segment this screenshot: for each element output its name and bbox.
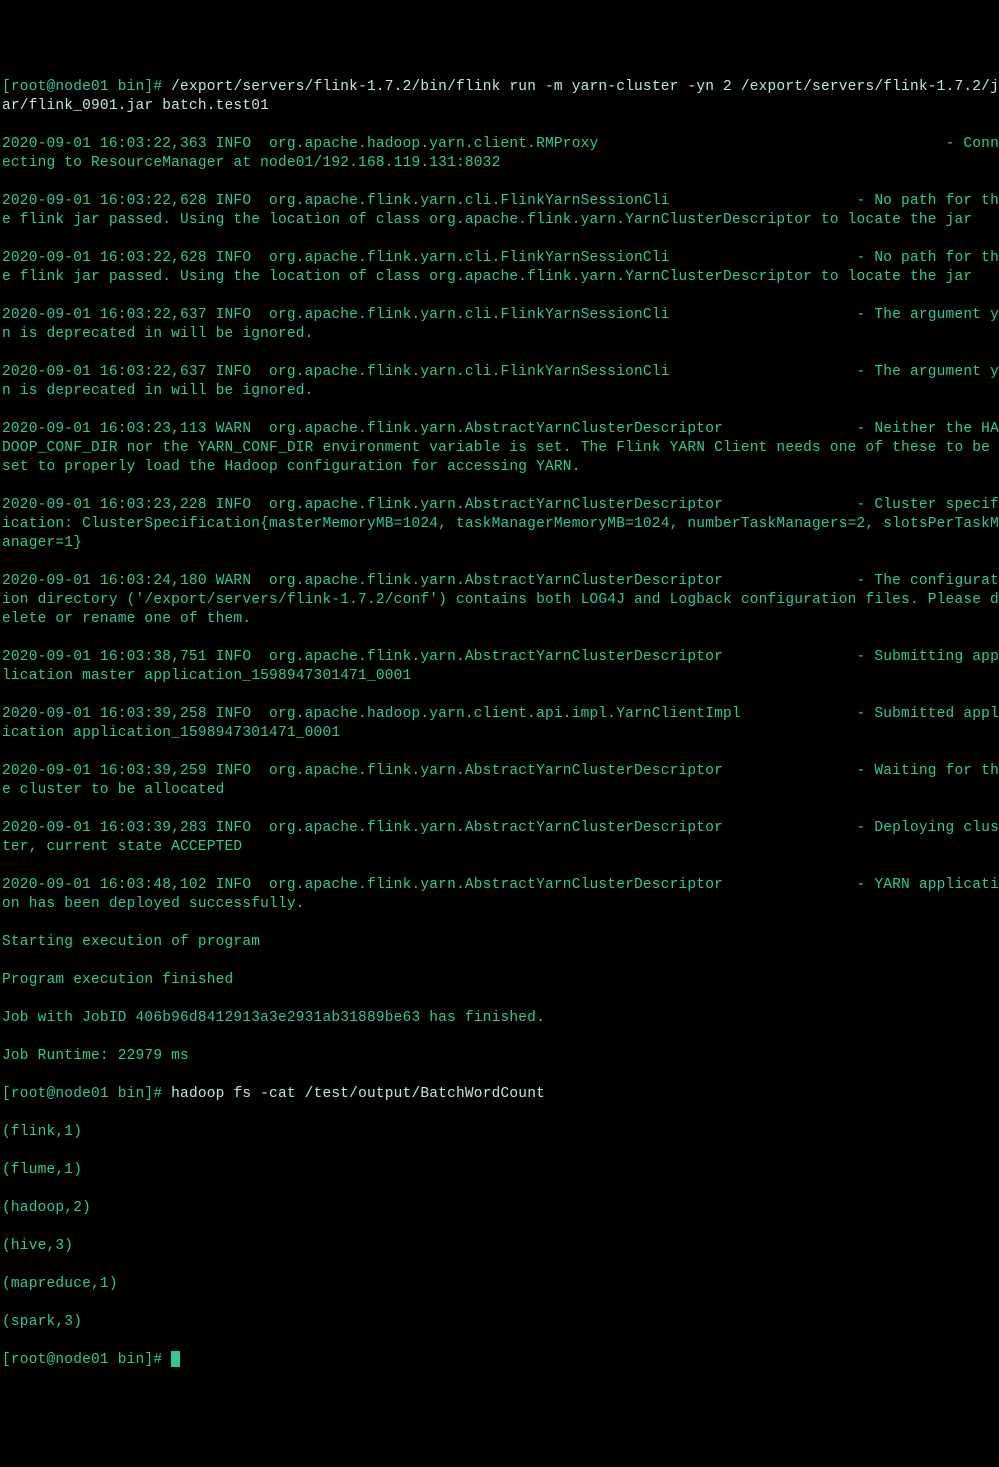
log-line: 2020-09-01 16:03:23,228 INFO org.apache.…	[2, 496, 999, 553]
log-line: 2020-09-01 16:03:39,258 INFO org.apache.…	[2, 705, 999, 743]
log-line: 2020-09-01 16:03:24,180 WARN org.apache.…	[2, 572, 999, 629]
log-line: 2020-09-01 16:03:23,113 WARN org.apache.…	[2, 420, 999, 477]
log-line: 2020-09-01 16:03:22,628 INFO org.apache.…	[2, 192, 999, 230]
log-line: 2020-09-01 16:03:22,637 INFO org.apache.…	[2, 363, 999, 401]
job-finished: Job with JobID 406b96d8412913a3e2931ab31…	[2, 1009, 999, 1028]
output-line: (flink,1)	[2, 1123, 999, 1142]
shell-prompt: [root@node01 bin]#	[2, 1352, 171, 1368]
command-input: hadoop fs -cat /test/output/BatchWordCou…	[171, 1086, 545, 1102]
output-line: (flume,1)	[2, 1161, 999, 1180]
exec-finish: Program execution finished	[2, 971, 999, 990]
output-line: (hadoop,2)	[2, 1199, 999, 1218]
log-line: 2020-09-01 16:03:22,637 INFO org.apache.…	[2, 306, 999, 344]
log-line: 2020-09-01 16:03:39,259 INFO org.apache.…	[2, 762, 999, 800]
job-runtime: Job Runtime: 22979 ms	[2, 1047, 999, 1066]
log-line: 2020-09-01 16:03:39,283 INFO org.apache.…	[2, 819, 999, 857]
output-line: (spark,3)	[2, 1313, 999, 1332]
cursor-icon[interactable]	[171, 1351, 180, 1367]
log-line: 2020-09-01 16:03:22,363 INFO org.apache.…	[2, 135, 999, 173]
output-line: (mapreduce,1)	[2, 1275, 999, 1294]
terminal-output[interactable]: [root@node01 bin]# /export/servers/flink…	[2, 78, 999, 1370]
log-line: 2020-09-01 16:03:38,751 INFO org.apache.…	[2, 648, 999, 686]
shell-prompt: [root@node01 bin]#	[2, 1086, 171, 1102]
log-line: 2020-09-01 16:03:48,102 INFO org.apache.…	[2, 876, 999, 914]
exec-start: Starting execution of program	[2, 933, 999, 952]
shell-prompt: [root@node01 bin]#	[2, 79, 171, 95]
log-line: 2020-09-01 16:03:22,628 INFO org.apache.…	[2, 249, 999, 287]
output-line: (hive,3)	[2, 1237, 999, 1256]
